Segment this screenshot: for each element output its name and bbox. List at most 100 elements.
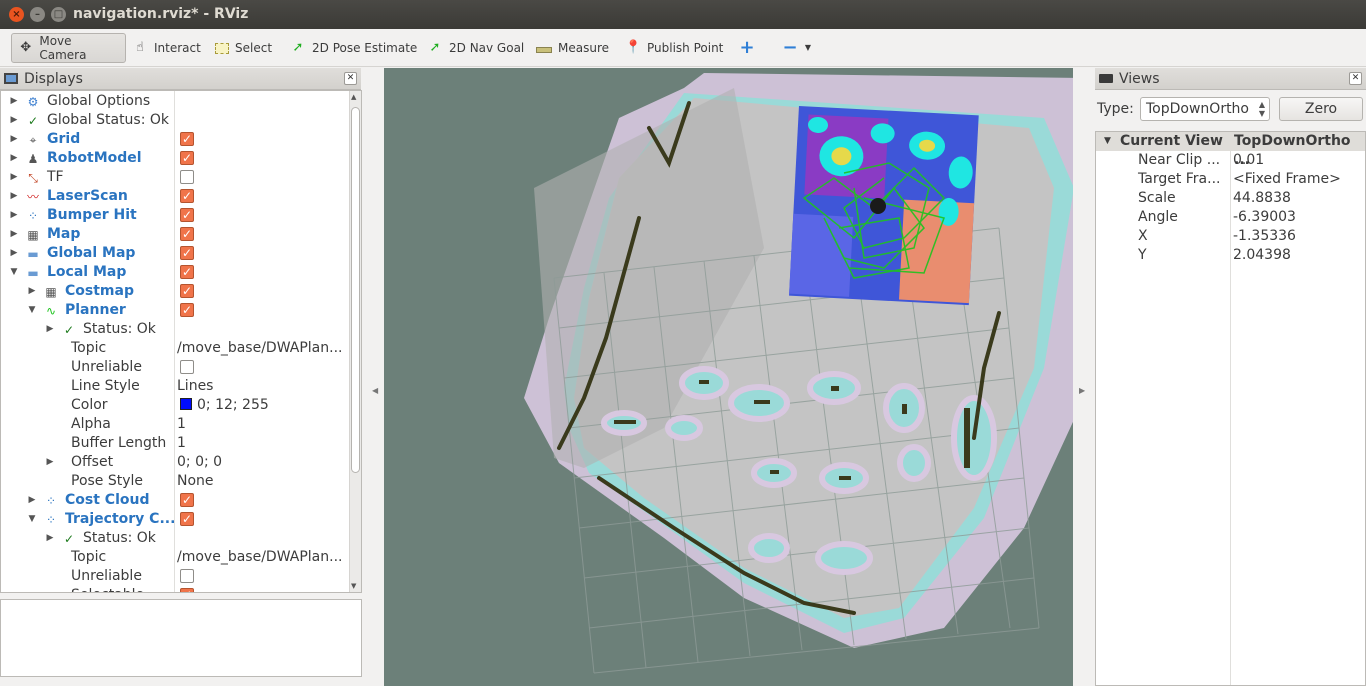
enable-checkbox[interactable] <box>180 282 194 301</box>
remove-tool-button[interactable]: − ▼ <box>776 33 818 63</box>
expand-arrow-icon[interactable]: ▶ <box>45 320 55 339</box>
minimize-window-button[interactable]: – <box>30 7 45 22</box>
enable-checkbox[interactable] <box>180 225 194 244</box>
enable-checkbox[interactable] <box>180 170 194 184</box>
zero-button[interactable]: Zero <box>1279 97 1363 121</box>
property-row[interactable]: Selectable <box>1 586 361 592</box>
display-row[interactable]: ▼ ∿ Planner <box>1 301 361 320</box>
enable-checkbox[interactable] <box>180 301 194 320</box>
scroll-down-icon[interactable]: ▼ <box>351 582 356 590</box>
move-camera-tool[interactable]: ✥ Move Camera <box>11 33 126 63</box>
nav-goal-tool[interactable]: ➚ 2D Nav Goal <box>421 33 530 63</box>
expand-icon[interactable]: ▼ <box>1104 132 1111 151</box>
collapse-arrow-icon[interactable]: ▼ <box>9 263 19 282</box>
view-property-value[interactable]: 2.04398 <box>1233 246 1291 265</box>
scroll-thumb[interactable] <box>351 107 360 473</box>
publish-point-tool[interactable]: 📍 Publish Point <box>619 33 729 63</box>
enable-checkbox[interactable] <box>180 491 194 510</box>
view-property-row[interactable]: Target Fra... <Fixed Frame> <box>1096 170 1365 189</box>
view-property-value[interactable]: <Fixed Frame> <box>1233 170 1341 189</box>
enable-checkbox[interactable] <box>180 130 194 149</box>
display-row[interactable]: ▶ ✓ Global Status: Ok <box>1 111 361 130</box>
property-row[interactable]: Line Style Lines <box>1 377 361 396</box>
expand-arrow-icon[interactable]: ▶ <box>9 225 19 244</box>
expand-arrow-icon[interactable]: ▶ <box>45 529 55 548</box>
enable-checkbox[interactable] <box>180 569 194 583</box>
collapse-right-icon[interactable]: ▶ <box>1079 386 1085 395</box>
property-row[interactable]: Alpha 1 <box>1 415 361 434</box>
display-row[interactable]: ▶ ✓ Status: Ok <box>1 320 361 339</box>
view-property-row[interactable]: Near Clip ... 0.01 <box>1096 151 1365 170</box>
view-property-row[interactable]: Y 2.04398 <box>1096 246 1365 265</box>
close-panel-icon[interactable]: ✕ <box>1349 72 1362 85</box>
enable-checkbox[interactable] <box>180 149 194 168</box>
view-type-select[interactable]: TopDownOrtho ▲ ▼ <box>1140 97 1270 121</box>
measure-tool[interactable]: Measure <box>530 33 615 63</box>
expand-arrow-icon[interactable]: ▶ <box>9 244 19 263</box>
property-row[interactable]: Color 0; 12; 255 <box>1 396 361 415</box>
display-row[interactable]: ▼ ⁘ Trajectory C... <box>1 510 361 529</box>
enable-checkbox[interactable] <box>180 187 194 206</box>
interact-tool[interactable]: ☝ Interact <box>126 33 207 63</box>
display-row[interactable]: ▶ ⁘ Bumper Hit <box>1 206 361 225</box>
display-row[interactable]: ▶ ♟ RobotModel <box>1 149 361 168</box>
expand-arrow-icon[interactable]: ▶ <box>9 149 19 168</box>
property-row[interactable]: Topic/move_base/DWAPlan... <box>1 548 361 567</box>
enable-checkbox[interactable] <box>180 586 194 592</box>
property-value[interactable]: /move_base/DWAPlan... <box>177 548 342 567</box>
expand-arrow-icon[interactable]: ▶ <box>27 491 37 510</box>
add-tool-button[interactable]: + <box>733 33 761 63</box>
collapse-left-icon[interactable]: ◀ <box>372 386 378 395</box>
property-value[interactable]: /move_base/DWAPlan... <box>177 339 342 358</box>
expand-arrow-icon[interactable]: ▶ <box>45 453 55 472</box>
property-value[interactable]: 1 <box>177 415 186 434</box>
maximize-window-button[interactable]: □ <box>51 7 66 22</box>
property-row[interactable]: Pose Style None <box>1 472 361 491</box>
display-row[interactable]: ▶ ⤡ TF <box>1 168 361 187</box>
displays-scrollbar[interactable]: ▲ ▼ <box>349 91 361 592</box>
display-row[interactable]: ▶ ▦ Costmap <box>1 282 361 301</box>
expand-arrow-icon[interactable]: ▶ <box>9 187 19 206</box>
collapse-arrow-icon[interactable]: ▼ <box>27 301 37 320</box>
enable-checkbox[interactable] <box>180 360 194 374</box>
display-row[interactable]: ▼ ▬ Local Map <box>1 263 361 282</box>
scroll-up-icon[interactable]: ▲ <box>351 93 356 101</box>
property-value[interactable]: 1 <box>177 434 186 453</box>
display-row[interactable]: ▶ ⌖ Grid <box>1 130 361 149</box>
view-property-value[interactable]: -1.35336 <box>1233 227 1296 246</box>
current-view-row[interactable]: ▼ Current View TopDownOrtho ... <box>1096 132 1365 168</box>
view-property-value[interactable]: 0.01 <box>1233 151 1264 170</box>
collapse-arrow-icon[interactable]: ▼ <box>27 510 37 529</box>
property-row[interactable]: Unreliable <box>1 358 361 377</box>
display-row[interactable]: ▶ ⚙ Global Options <box>1 92 361 111</box>
property-value[interactable]: 0; 12; 255 <box>177 396 269 415</box>
close-panel-icon[interactable]: ✕ <box>344 72 357 85</box>
expand-arrow-icon[interactable]: ▶ <box>27 282 37 301</box>
expand-arrow-icon[interactable]: ▶ <box>9 168 19 187</box>
pose-estimate-tool[interactable]: ➚ 2D Pose Estimate <box>284 33 423 63</box>
expand-arrow-icon[interactable]: ▶ <box>9 206 19 225</box>
property-value[interactable]: 0; 0; 0 <box>177 453 222 472</box>
view-property-value[interactable]: 44.8838 <box>1233 189 1291 208</box>
view-property-row[interactable]: X -1.35336 <box>1096 227 1365 246</box>
property-row[interactable]: Unreliable <box>1 567 361 586</box>
expand-arrow-icon[interactable]: ▶ <box>9 111 19 130</box>
property-value[interactable]: None <box>177 472 214 491</box>
display-row[interactable]: ▶ ▦ Map <box>1 225 361 244</box>
enable-checkbox[interactable] <box>180 244 194 263</box>
select-tool[interactable]: Select <box>209 33 278 63</box>
property-value[interactable]: Lines <box>177 377 213 396</box>
expand-arrow-icon[interactable]: ▶ <box>9 92 19 111</box>
enable-checkbox[interactable] <box>180 206 194 225</box>
property-row[interactable]: Buffer Length 1 <box>1 434 361 453</box>
view-property-value[interactable]: -6.39003 <box>1233 208 1296 227</box>
expand-arrow-icon[interactable]: ▶ <box>9 130 19 149</box>
enable-checkbox[interactable] <box>180 263 194 282</box>
display-row[interactable]: ▶ ▬ Global Map <box>1 244 361 263</box>
enable-checkbox[interactable] <box>180 510 194 529</box>
view-property-row[interactable]: Angle -6.39003 <box>1096 208 1365 227</box>
display-row[interactable]: ▶ ✓ Status: Ok <box>1 529 361 548</box>
property-row[interactable]: Topic/move_base/DWAPlan... <box>1 339 361 358</box>
view-property-row[interactable]: Scale 44.8838 <box>1096 189 1365 208</box>
property-row[interactable]: ▶ Offset 0; 0; 0 <box>1 453 361 472</box>
